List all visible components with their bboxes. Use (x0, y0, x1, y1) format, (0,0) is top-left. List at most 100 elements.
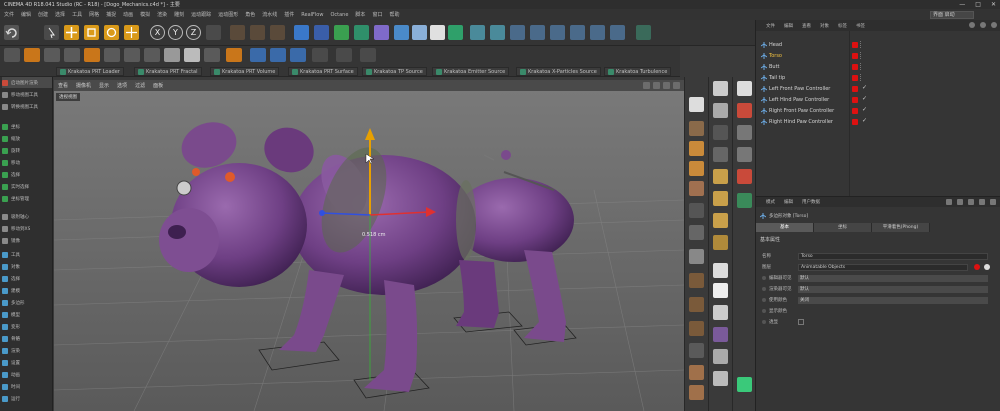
bucket-icon[interactable] (713, 147, 728, 162)
sky-icon[interactable] (713, 263, 728, 278)
om-menu-view[interactable]: 查看 (802, 23, 811, 29)
menu-create[interactable]: 创建 (38, 11, 48, 18)
om-menu-file[interactable]: 文件 (766, 23, 775, 29)
plugin-tool-8-icon[interactable] (610, 25, 625, 40)
menu-octane[interactable]: Octane (330, 12, 348, 18)
left-item-11[interactable]: 移动到XS (2, 223, 52, 234)
square-icon[interactable] (184, 48, 200, 62)
bar-b-icon[interactable] (713, 191, 728, 206)
new-object-icon[interactable] (713, 81, 728, 96)
axis-icon[interactable] (144, 48, 160, 62)
left-item-19[interactable]: 变形 (2, 321, 52, 332)
am-menu-edit[interactable]: 编辑 (784, 199, 793, 205)
menu-realflow[interactable]: RealFlow (301, 12, 323, 18)
scale-tool-icon[interactable] (84, 25, 99, 40)
object-g-icon[interactable] (737, 377, 752, 392)
menu-character[interactable]: 角色 (245, 11, 255, 18)
object-row[interactable]: Right Front Paw Controller ✓ (756, 106, 1000, 116)
rotate-tool-icon[interactable] (104, 25, 119, 40)
animate-dot-icon[interactable] (762, 287, 766, 291)
left-item-12[interactable]: 镜像 (2, 235, 52, 246)
gear-tool-icon[interactable] (689, 297, 704, 312)
menu-plugins[interactable]: 插件 (284, 11, 294, 18)
box-2-icon[interactable] (689, 161, 704, 176)
search-icon[interactable] (968, 199, 974, 205)
camera-frame-icon[interactable] (312, 48, 328, 62)
left-item-15[interactable]: 选择 (2, 273, 52, 284)
workplane-icon[interactable] (124, 48, 140, 62)
perspective-viewport[interactable]: 0.518 cm 查看 摄像机 显示 选项 过滤 面板 透视视图 (54, 80, 684, 411)
red-tag-icon[interactable] (852, 86, 858, 92)
left-item-24[interactable]: 时间 (2, 381, 52, 392)
left-item-0[interactable]: 启动图片渲染 (2, 77, 52, 88)
new-window-icon[interactable] (990, 199, 996, 205)
object-row[interactable]: Left Hind Paw Controller ✓ (756, 95, 1000, 105)
cloud-icon[interactable] (689, 225, 704, 240)
left-item-17[interactable]: 多边形 (2, 297, 52, 308)
filter-icon[interactable] (980, 22, 986, 28)
object-row[interactable]: Butt (756, 62, 1000, 72)
layer-link-icon[interactable] (984, 264, 990, 270)
viewport-menu-options[interactable]: 选项 (117, 82, 127, 89)
deformer-icon[interactable] (374, 25, 389, 40)
render-picture-viewer-icon[interactable] (250, 25, 265, 40)
viewport-menu-panel[interactable]: 面板 (153, 82, 163, 89)
plugin-tool-3-icon[interactable] (510, 25, 525, 40)
plugin-tool-1-icon[interactable] (470, 25, 485, 40)
gear-orange-icon[interactable] (24, 48, 40, 62)
grid-icon[interactable] (204, 48, 220, 62)
plugin-tool-4-icon[interactable] (530, 25, 545, 40)
menu-select[interactable]: 选择 (55, 11, 65, 18)
left-item-21[interactable]: 渲染 (2, 345, 52, 356)
left-item-8[interactable]: 实时选择 (2, 181, 52, 192)
left-item-5[interactable]: 旋转 (2, 145, 52, 156)
object-row[interactable]: Right Hind Paw Controller ✓ (756, 117, 1000, 127)
bucket-2-icon[interactable] (713, 305, 728, 320)
menu-mesh[interactable]: 网格 (89, 11, 99, 18)
menu-animate[interactable]: 动画 (123, 11, 133, 18)
menu-simulate[interactable]: 模拟 (140, 11, 150, 18)
left-item-13[interactable]: 工具 (2, 249, 52, 260)
copy-icon[interactable] (713, 103, 728, 118)
red-tag-icon[interactable] (852, 97, 858, 103)
plugin-tool-6-icon[interactable] (570, 25, 585, 40)
back-arrow-icon[interactable] (946, 199, 952, 205)
disc-icon[interactable] (689, 273, 704, 288)
left-item-16[interactable]: 建模 (2, 285, 52, 296)
render-view-icon[interactable] (230, 25, 245, 40)
dots-icon[interactable] (689, 343, 704, 358)
red-tag-icon[interactable] (852, 108, 858, 114)
move-tool-icon[interactable] (64, 25, 79, 40)
menu-render[interactable]: 渲染 (157, 11, 167, 18)
xray-icon[interactable] (336, 48, 352, 62)
minimize-button[interactable]: — (959, 1, 965, 8)
expand-icon[interactable] (991, 22, 997, 28)
box-icon[interactable] (689, 141, 704, 156)
om-menu-edit[interactable]: 编辑 (784, 23, 793, 29)
animate-dot-icon[interactable] (762, 309, 766, 313)
cube-object-icon[interactable] (689, 97, 704, 112)
x-axis-lock-icon[interactable]: X (150, 25, 165, 40)
cone-icon[interactable] (689, 321, 704, 336)
red-tag-icon[interactable] (852, 75, 858, 81)
left-item-1[interactable]: 移动视图工具 (2, 89, 52, 100)
guides-icon[interactable] (360, 48, 376, 62)
search-icon[interactable] (969, 22, 975, 28)
object-f-icon[interactable] (737, 193, 752, 208)
object-row[interactable]: Torso (756, 51, 1000, 61)
viewport-layout-2-icon[interactable] (270, 48, 286, 62)
menu-edit[interactable]: 编辑 (21, 11, 31, 18)
sphere-2-icon[interactable] (713, 327, 728, 342)
om-menu-objects[interactable]: 对象 (820, 23, 829, 29)
coordinate-system-icon[interactable] (206, 25, 221, 40)
object-b-icon[interactable] (737, 103, 752, 118)
left-item-25[interactable]: 运行 (2, 393, 52, 404)
layout-dropdown[interactable]: 界面 启动 (930, 11, 974, 19)
lock-icon[interactable] (979, 199, 985, 205)
object-a-icon[interactable] (737, 81, 752, 96)
material-icon[interactable] (689, 181, 704, 196)
viewport-menu-view[interactable]: 查看 (58, 82, 68, 89)
menu-tools[interactable]: 工具 (72, 11, 82, 18)
z-axis-lock-icon[interactable]: Z (186, 25, 201, 40)
subdivision-surface-icon[interactable] (334, 25, 349, 40)
